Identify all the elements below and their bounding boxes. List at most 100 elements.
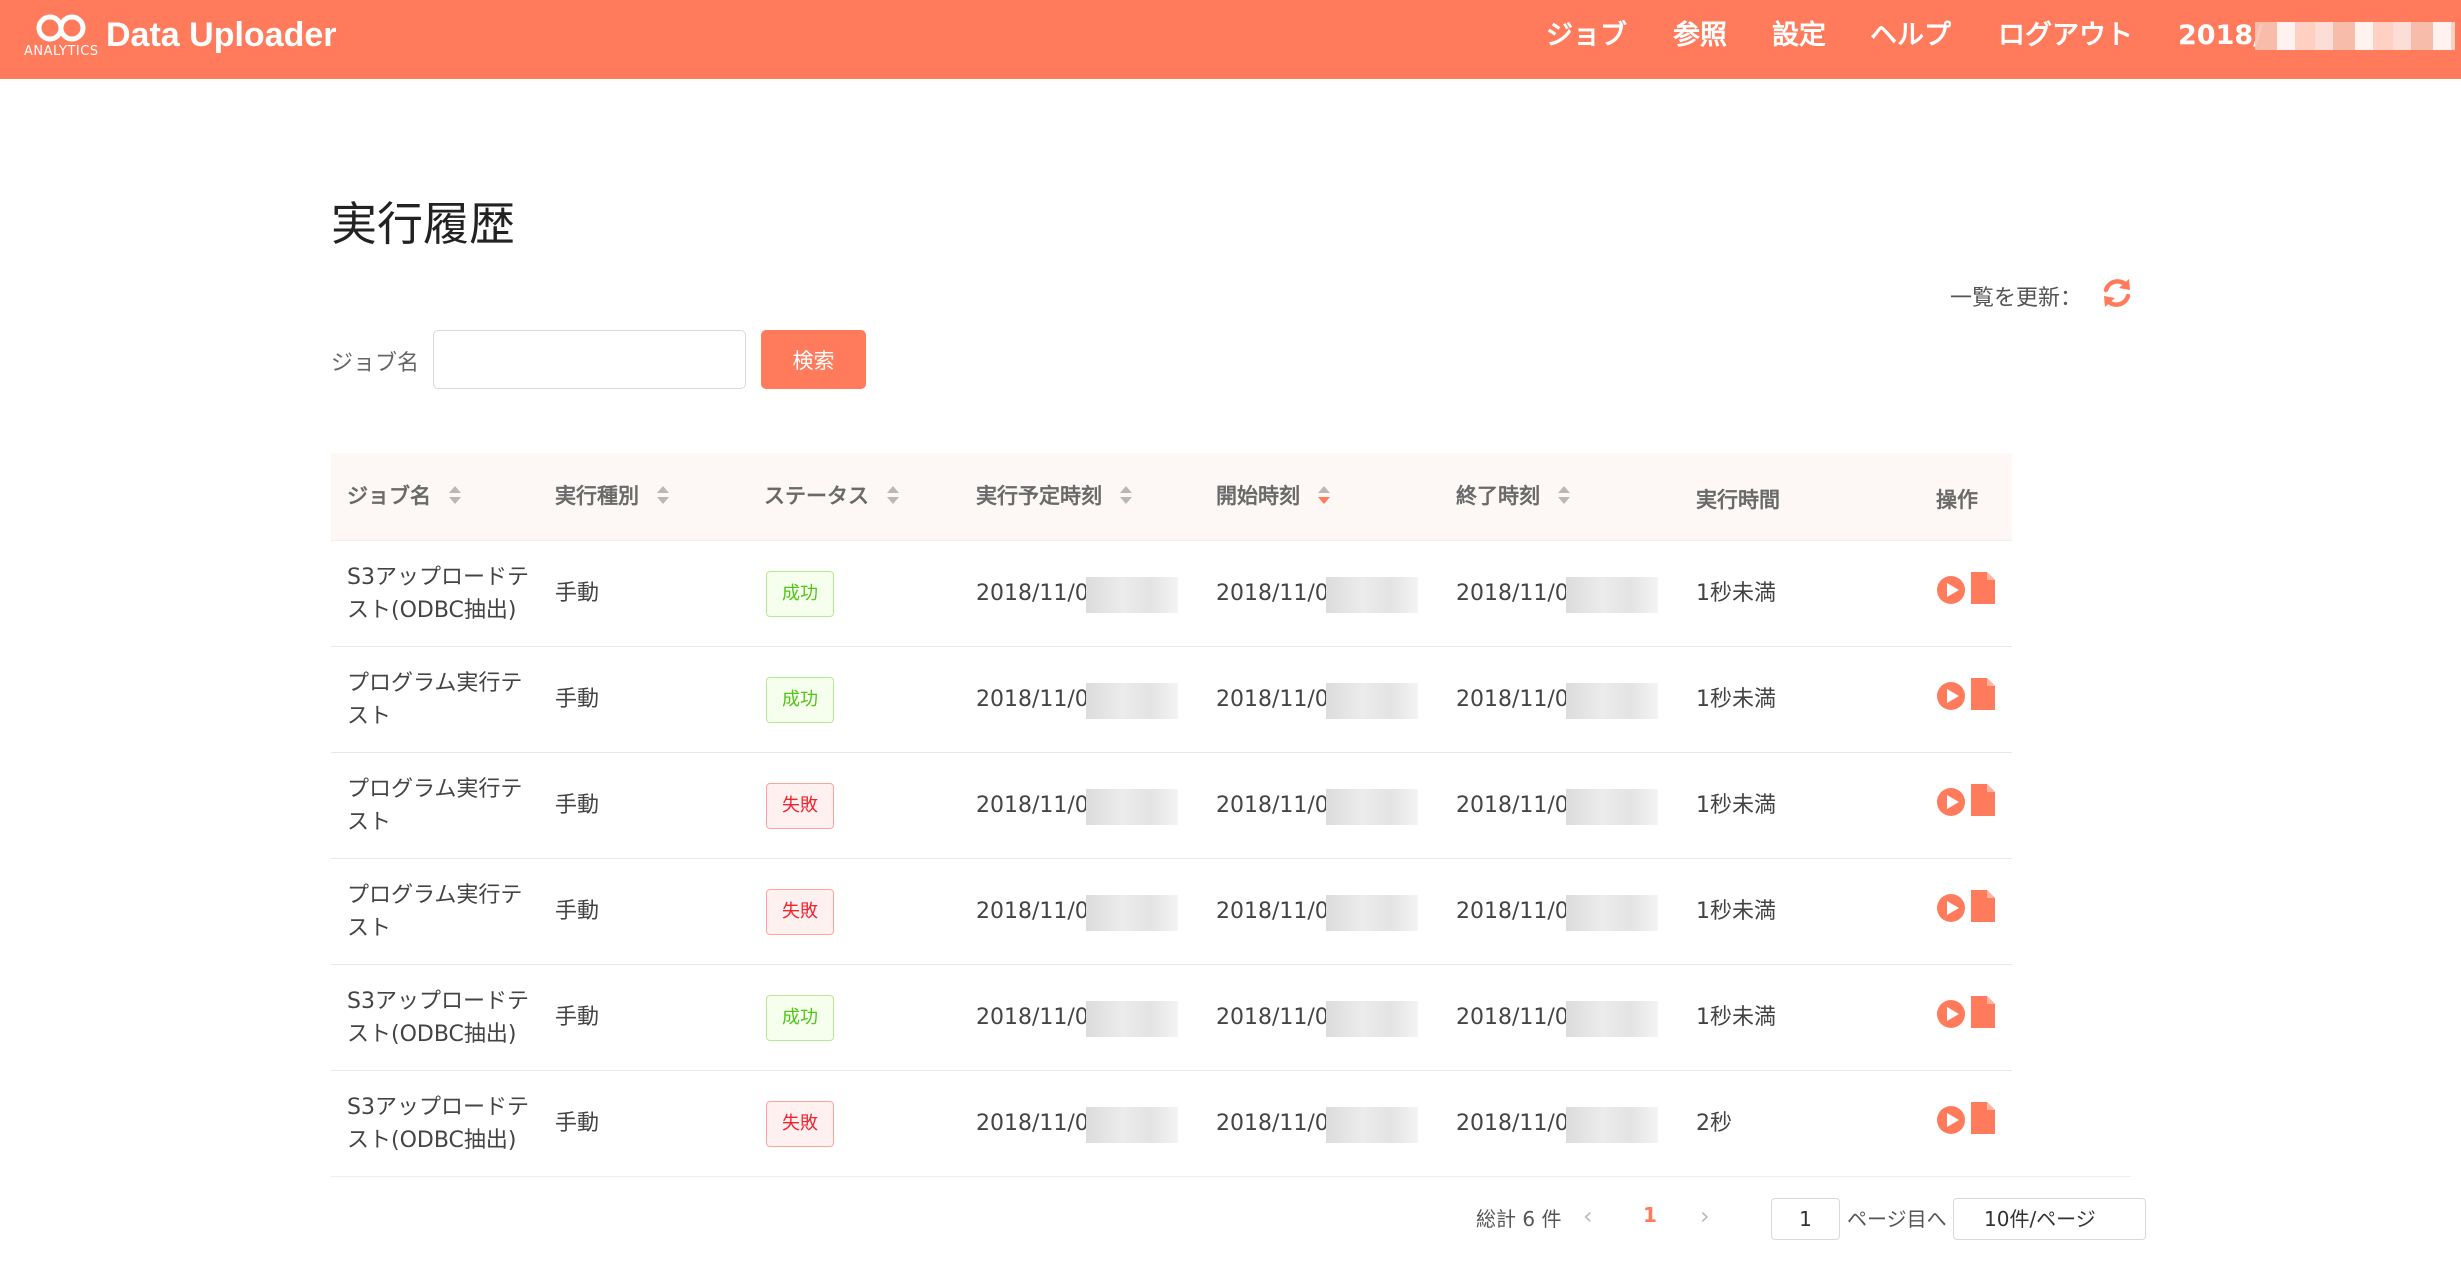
next-page-button[interactable]: › [1700, 1202, 1710, 1230]
column-label: 実行種別 [555, 484, 639, 508]
column-end-time[interactable]: 終了時刻 [1456, 453, 1571, 541]
column-actions: 操作 [1936, 488, 1978, 512]
exec-type-cell: 手動 [555, 581, 600, 606]
redacted-time [1326, 789, 1418, 825]
end-time-cell: 2018/11/05 [1456, 899, 1583, 924]
start-time-cell: 2018/11/05 [1216, 793, 1343, 818]
document-icon[interactable] [1971, 784, 1995, 816]
document-icon[interactable] [1971, 1102, 1995, 1134]
sort-icon[interactable] [886, 484, 900, 506]
sort-desc-icon[interactable] [1317, 484, 1331, 506]
play-icon[interactable] [1936, 681, 1966, 711]
exec-type-cell: 手動 [555, 793, 600, 818]
page-size-select[interactable]: 10件/ページ [1953, 1198, 2146, 1240]
redacted-time [1566, 683, 1658, 719]
end-time-cell: 2018/11/05 [1456, 687, 1583, 712]
play-icon[interactable] [1936, 787, 1966, 817]
nav-reference[interactable]: 参照 [1673, 0, 1727, 79]
job-name-cell[interactable]: プログラム実行テスト [347, 773, 532, 839]
duration-cell: 1秒未満 [1696, 899, 1776, 924]
sort-icon[interactable] [1557, 484, 1571, 506]
job-name-cell[interactable]: プログラム実行テスト [347, 879, 532, 945]
start-time-cell: 2018/11/05 [1216, 581, 1343, 606]
page-jump-input[interactable]: 1 [1771, 1198, 1840, 1240]
column-exec-type[interactable]: 実行種別 [555, 453, 670, 541]
job-name-cell[interactable]: S3アップロードテスト(ODBC抽出) [347, 561, 532, 627]
redacted-time [1326, 683, 1418, 719]
table-row: S3アップロードテスト(ODBC抽出) 手動 成功 2018/11/05 201… [331, 541, 2012, 647]
status-badge: 失敗 [766, 1101, 834, 1147]
redacted-time [1086, 1001, 1178, 1037]
column-status[interactable]: ステータス [764, 453, 900, 541]
app-header: ANALYTICS Data Uploader ジョブ 参照 設定 ヘルプ ログ… [0, 0, 2461, 79]
job-name-cell[interactable]: プログラム実行テスト [347, 667, 532, 733]
duration-cell: 1秒未満 [1696, 793, 1776, 818]
start-time-cell: 2018/11/05 [1216, 1111, 1343, 1136]
duration-cell: 1秒未満 [1696, 581, 1776, 606]
end-time-cell: 2018/11/05 [1456, 581, 1583, 606]
play-icon[interactable] [1936, 999, 1966, 1029]
exec-type-cell: 手動 [555, 687, 600, 712]
document-icon[interactable] [1971, 572, 1995, 604]
play-icon[interactable] [1936, 575, 1966, 605]
table-row: プログラム実行テスト 手動 失敗 2018/11/05 2018/11/05 2… [331, 753, 2012, 859]
redacted-time [1326, 1107, 1418, 1143]
column-start-time[interactable]: 開始時刻 [1216, 453, 1331, 541]
search-label: ジョブ名 [331, 351, 420, 376]
redacted-time [1326, 577, 1418, 613]
redacted-time [1086, 895, 1178, 931]
prev-page-button[interactable]: ‹ [1583, 1202, 1593, 1230]
refresh-label: 一覧を更新： [1950, 286, 2083, 311]
redacted-time [1086, 1107, 1178, 1143]
nav-help[interactable]: ヘルプ [1870, 0, 1951, 79]
app-title[interactable]: Data Uploader [106, 16, 337, 55]
job-name-search-input[interactable] [433, 330, 746, 389]
redacted-datetime [2255, 22, 2455, 50]
redacted-time [1086, 683, 1178, 719]
column-job-name[interactable]: ジョブ名 [347, 453, 462, 541]
scheduled-time-cell: 2018/11/05 [976, 1111, 1103, 1136]
nav-logout[interactable]: ログアウト [1998, 0, 2133, 79]
column-scheduled-time[interactable]: 実行予定時刻 [976, 453, 1133, 541]
nav-settings[interactable]: 設定 [1772, 0, 1826, 79]
column-label: 実行予定時刻 [976, 484, 1102, 508]
play-icon[interactable] [1936, 1105, 1966, 1135]
search-button[interactable]: 検索 [761, 330, 866, 389]
sort-icon[interactable] [448, 484, 462, 506]
document-icon[interactable] [1971, 678, 1995, 710]
job-name-cell[interactable]: S3アップロードテスト(ODBC抽出) [347, 1091, 532, 1157]
start-time-cell: 2018/11/05 [1216, 687, 1343, 712]
start-time-cell: 2018/11/05 [1216, 1005, 1343, 1030]
sort-icon[interactable] [656, 484, 670, 506]
document-icon[interactable] [1971, 996, 1995, 1028]
sort-icon[interactable] [1119, 484, 1133, 506]
scheduled-time-cell: 2018/11/05 [976, 1005, 1103, 1030]
document-icon[interactable] [1971, 890, 1995, 922]
page-number-current[interactable]: 1 [1643, 1203, 1657, 1227]
status-badge: 成功 [766, 995, 834, 1041]
job-name-cell[interactable]: S3アップロードテスト(ODBC抽出) [347, 985, 532, 1051]
start-time-cell: 2018/11/05 [1216, 899, 1343, 924]
redacted-time [1566, 1001, 1658, 1037]
table-divider [331, 1176, 2131, 1177]
duration-cell: 1秒未満 [1696, 1005, 1776, 1030]
total-count: 総計 6 件 [1476, 1207, 1562, 1231]
table-row: プログラム実行テスト 手動 成功 2018/11/05 2018/11/05 2… [331, 647, 2012, 753]
nav-jobs[interactable]: ジョブ [1546, 0, 1627, 79]
refresh-icon[interactable] [2100, 276, 2134, 310]
exec-type-cell: 手動 [555, 1005, 600, 1030]
end-time-cell: 2018/11/05 [1456, 1111, 1583, 1136]
scheduled-time-cell: 2018/11/05 [976, 899, 1103, 924]
page-title: 実行履歴 [331, 197, 515, 251]
redacted-time [1566, 1107, 1658, 1143]
scheduled-time-cell: 2018/11/05 [976, 687, 1103, 712]
status-badge: 失敗 [766, 889, 834, 935]
play-icon[interactable] [1936, 893, 1966, 923]
scheduled-time-cell: 2018/11/05 [976, 793, 1103, 818]
duration-cell: 1秒未満 [1696, 687, 1776, 712]
logo-subtitle: ANALYTICS [24, 44, 99, 59]
status-badge: 失敗 [766, 783, 834, 829]
exec-type-cell: 手動 [555, 1111, 600, 1136]
table-header: ジョブ名 実行種別 ステータス 実行予定時刻 開始時刻 終了時刻 実行時間 操作 [331, 453, 2012, 541]
redacted-time [1326, 1001, 1418, 1037]
